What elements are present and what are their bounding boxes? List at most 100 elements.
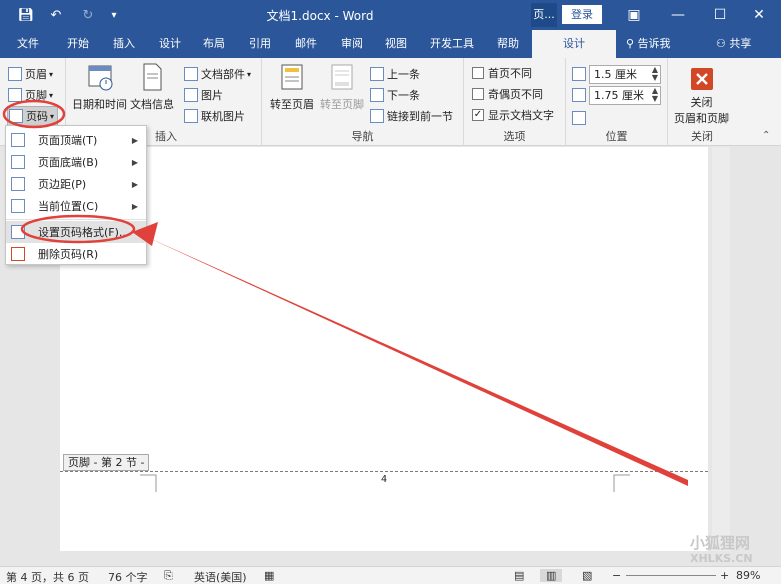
header-position-input: 1.5 厘米 — [594, 67, 637, 81]
status-bar: 第 4 页，共 6 页 76 个字 ⎘ 英语(美国) ▦ ▤ ▥ ▧ − + 8… — [0, 566, 781, 584]
footer-section-tag: 页脚 - 第 2 节 - — [63, 454, 150, 471]
tab-design[interactable]: 设计 — [150, 30, 190, 58]
group-label-position: 位置 — [605, 130, 628, 143]
date-time-button[interactable]: 日期和时间 — [72, 62, 127, 112]
goto-header-button[interactable]: 转至页眉 — [270, 62, 314, 112]
footer-boundary-line — [60, 471, 708, 472]
print-layout-icon[interactable]: ▥ — [540, 569, 563, 582]
tab-header-footer-design[interactable]: 设计 — [532, 30, 616, 58]
menu-item-remove-page-numbers[interactable]: 删除页码(R) — [6, 243, 146, 265]
previous-button[interactable]: 上一条 — [370, 64, 420, 84]
crop-mark-right — [613, 474, 630, 492]
ribbon-display-icon[interactable]: ▣ — [612, 0, 656, 30]
collapse-ribbon-icon[interactable]: ⌃ — [762, 130, 770, 141]
read-mode-icon[interactable]: ▤ — [514, 569, 524, 582]
header-position-spinner[interactable]: 1.5 厘米 ▲ ▼ — [572, 64, 661, 84]
picture-button[interactable]: 图片 — [184, 85, 223, 105]
format-page-numbers-icon — [11, 225, 25, 239]
proofing-icon[interactable]: ⎘ — [164, 569, 173, 583]
doc-parts-icon — [184, 67, 198, 81]
chevron-down-icon: ▾ — [49, 90, 54, 100]
footer-position-icon — [572, 88, 586, 102]
current-position-icon — [11, 199, 25, 213]
next-button[interactable]: 下一条 — [370, 85, 420, 105]
group-options: 首页不同 奇偶页不同 ✓ 显示文档文字 选项 — [464, 58, 566, 146]
zoom-level[interactable]: 89% — [736, 569, 760, 582]
zoom-out-icon[interactable]: − — [612, 569, 621, 582]
header-position-icon — [572, 67, 586, 81]
odd-even-different-checkbox[interactable]: 奇偶页不同 — [472, 85, 543, 103]
person-icon: ⚇ — [716, 37, 726, 50]
tab-mailings[interactable]: 邮件 — [286, 30, 326, 58]
link-icon — [370, 109, 384, 123]
first-page-different-checkbox[interactable]: 首页不同 — [472, 64, 532, 82]
tab-insert[interactable]: 插入 — [104, 30, 144, 58]
macro-record-icon[interactable]: ▦ — [264, 569, 274, 582]
goto-footer-icon — [331, 64, 353, 90]
group-label-options: 选项 — [503, 130, 526, 143]
close-window-icon[interactable]: ✕ — [737, 0, 781, 30]
tab-references[interactable]: 引用 — [240, 30, 280, 58]
previous-icon — [370, 67, 384, 81]
share-button[interactable]: ⚇ 共享 — [716, 30, 776, 58]
bottom-of-page-icon — [11, 155, 25, 169]
zoom-in-icon[interactable]: + — [720, 569, 729, 582]
lightbulb-icon: ⚲ — [626, 37, 635, 50]
close-header-footer-button[interactable]: 关闭 页眉和页脚 — [674, 68, 729, 126]
group-close: 关闭 页眉和页脚 关闭 — [668, 58, 736, 146]
footer-button[interactable]: 页脚 ▾ — [8, 85, 53, 105]
page-number-menu: 页面顶端(T) ▶ 页面底端(B) ▶ 页边距(P) ▶ 当前位置(C) ▶ 设置页码格… — [5, 125, 147, 265]
tab-layout[interactable]: 布局 — [194, 30, 234, 58]
tab-review[interactable]: 审阅 — [332, 30, 372, 58]
submenu-arrow-icon: ▶ — [131, 201, 138, 211]
page-margins-icon — [11, 177, 25, 191]
maximize-icon[interactable]: ☐ — [698, 0, 742, 30]
alignment-tab-icon — [572, 111, 586, 125]
status-word-count[interactable]: 76 个字 — [108, 569, 148, 584]
vertical-scrollbar[interactable] — [712, 147, 730, 551]
group-label-navigation: 导航 — [351, 130, 374, 143]
crop-mark-left — [140, 474, 157, 492]
menu-item-current-position[interactable]: 当前位置(C) ▶ — [6, 195, 146, 217]
doc-parts-button[interactable]: 文档部件 ▾ — [184, 64, 251, 84]
header-icon — [8, 67, 22, 81]
remove-page-numbers-icon — [11, 247, 25, 261]
status-language[interactable]: 英语(美国) — [194, 569, 247, 584]
login-button[interactable]: 登录 — [562, 5, 602, 24]
show-document-text-checkbox[interactable]: ✓ 显示文档文字 — [472, 106, 554, 124]
online-picture-button[interactable]: 联机图片 — [184, 106, 245, 126]
page-number-icon — [9, 109, 23, 123]
tab-developer[interactable]: 开发工具 — [422, 30, 482, 58]
insert-alignment-tab-button[interactable] — [572, 108, 589, 128]
checkmark-icon: ✓ — [472, 109, 484, 121]
doc-info-button[interactable]: 文档信息 — [130, 62, 174, 112]
header-button[interactable]: 页眉 ▾ — [8, 64, 53, 84]
title-bar: 💾︎ ↶ ↻ ▾ 文档1.docx - Word 页... 登录 ▣ — ☐ ✕ — [0, 0, 781, 30]
goto-footer-button[interactable]: 转至页脚 — [320, 62, 364, 112]
footer-page-number[interactable]: 4 — [381, 474, 387, 485]
chevron-down-icon: ▾ — [50, 111, 55, 121]
close-x-icon — [690, 68, 713, 90]
menu-item-page-margins[interactable]: 页边距(P) ▶ — [6, 173, 146, 195]
online-picture-icon — [184, 109, 198, 123]
chevron-down-icon: ▾ — [247, 69, 252, 79]
zoom-slider[interactable] — [626, 575, 716, 576]
tab-home[interactable]: 开始 — [58, 30, 98, 58]
page-number-button[interactable]: 页码 ▾ — [7, 106, 59, 126]
minimize-icon[interactable]: — — [656, 0, 700, 30]
menu-item-format-page-numbers[interactable]: 设置页码格式(F)... — [6, 221, 146, 243]
tab-view[interactable]: 视图 — [376, 30, 416, 58]
footer-icon — [8, 88, 22, 102]
web-layout-icon[interactable]: ▧ — [582, 569, 592, 582]
link-to-previous-button[interactable]: 链接到前一节 — [370, 106, 453, 126]
menu-item-top-of-page[interactable]: 页面顶端(T) ▶ — [6, 129, 146, 151]
tab-help[interactable]: 帮助 — [488, 30, 528, 58]
spin-arrows-icon[interactable]: ▲ ▼ — [652, 65, 658, 82]
menu-item-bottom-of-page[interactable]: 页面底端(B) ▶ — [6, 151, 146, 173]
tell-me[interactable]: ⚲ 告诉我 — [626, 30, 696, 58]
status-page-count[interactable]: 第 4 页，共 6 页 — [6, 569, 89, 584]
spin-arrows-icon[interactable]: ▲ ▼ — [652, 86, 658, 103]
menu-divider — [6, 219, 146, 220]
footer-position-spinner[interactable]: 1.75 厘米 ▲ ▼ — [572, 85, 661, 105]
tab-file[interactable]: 文件 — [8, 30, 48, 58]
